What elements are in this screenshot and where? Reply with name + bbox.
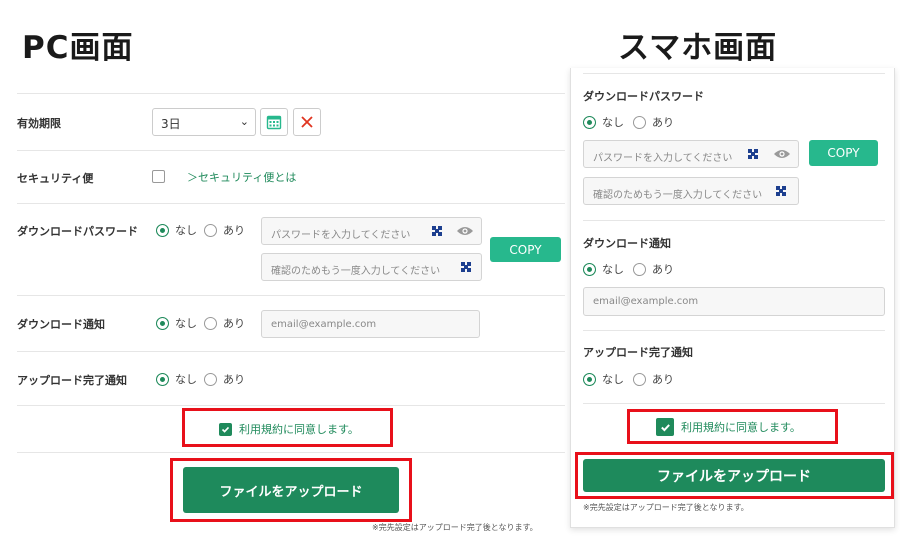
row-divider xyxy=(17,295,565,296)
radio-label: あり xyxy=(223,224,245,237)
copy-button[interactable]: COPY xyxy=(490,237,561,262)
sp-download-password-yes-radio[interactable]: あり xyxy=(633,114,674,130)
sp-upload-notice-label: アップロード完了通知 xyxy=(583,346,693,359)
download-password-none-radio[interactable]: なし xyxy=(156,222,197,238)
sp-password-input[interactable]: パスワードを入力してください xyxy=(583,140,799,168)
expiry-select-value: 3日 xyxy=(161,117,181,131)
password-placeholder: パスワードを入力してください xyxy=(271,230,411,241)
check-icon xyxy=(219,422,232,436)
agree-label: 利用規約に同意します。 xyxy=(681,421,801,434)
radio-selected-icon xyxy=(156,316,169,330)
radio-selected-icon xyxy=(583,115,596,129)
sp-download-password-label: ダウンロードパスワード xyxy=(583,90,704,103)
sp-download-notice-email-input[interactable]: email@example.com xyxy=(583,287,885,316)
radio-label: なし xyxy=(175,317,197,330)
radio-label: あり xyxy=(652,373,674,386)
radio-empty-icon xyxy=(633,372,646,386)
email-placeholder: email@example.com xyxy=(271,319,377,330)
row-divider xyxy=(17,452,565,453)
download-password-label: ダウンロードパスワード xyxy=(17,225,138,238)
expiry-select[interactable]: 3日 ⌄ xyxy=(152,108,256,136)
radio-selected-icon xyxy=(156,223,169,237)
radio-label: あり xyxy=(652,116,674,129)
radio-empty-icon xyxy=(204,223,217,237)
row-divider xyxy=(583,403,885,404)
radio-empty-icon xyxy=(633,115,646,129)
sp-download-password-none-radio[interactable]: なし xyxy=(583,114,624,130)
sp-download-notice-none-radio[interactable]: なし xyxy=(583,261,624,277)
sp-upload-notice-none-radio[interactable]: なし xyxy=(583,371,624,387)
radio-empty-icon xyxy=(633,262,646,276)
sp-upload-button[interactable]: ファイルをアップロード xyxy=(583,459,885,492)
agree-checkbox[interactable]: 利用規約に同意します。 xyxy=(219,421,359,437)
sp-download-notice-label: ダウンロード通知 xyxy=(583,237,671,250)
download-notice-yes-radio[interactable]: あり xyxy=(204,315,245,331)
radio-empty-icon xyxy=(204,372,217,386)
security-mail-checkbox[interactable] xyxy=(152,170,165,183)
download-notice-none-radio[interactable]: なし xyxy=(156,315,197,331)
upload-button[interactable]: ファイルをアップロード xyxy=(183,467,399,513)
radio-selected-icon xyxy=(583,372,596,386)
password-confirm-input[interactable]: 確認のためもう一度入力してください xyxy=(261,253,482,281)
row-divider xyxy=(17,203,565,204)
radio-label: なし xyxy=(175,373,197,386)
row-divider xyxy=(583,220,885,221)
key-icon xyxy=(748,149,758,159)
close-icon xyxy=(301,116,313,128)
radio-label: なし xyxy=(602,373,624,386)
sp-download-notice-yes-radio[interactable]: あり xyxy=(633,261,674,277)
key-icon xyxy=(432,226,442,236)
clear-date-button[interactable] xyxy=(293,108,321,136)
radio-empty-icon xyxy=(204,316,217,330)
expiry-label: 有効期限 xyxy=(17,117,61,130)
security-mail-link[interactable]: ＞セキュリティ便とは xyxy=(187,169,296,185)
key-icon xyxy=(776,186,786,196)
radio-selected-icon xyxy=(583,262,596,276)
chevron-down-icon: ⌄ xyxy=(239,115,249,128)
password-placeholder: パスワードを入力してください xyxy=(593,153,733,164)
radio-label: あり xyxy=(223,317,245,330)
row-divider xyxy=(583,330,885,331)
key-icon xyxy=(461,262,471,272)
row-divider xyxy=(17,351,565,352)
calendar-button[interactable] xyxy=(260,108,288,136)
eye-icon[interactable] xyxy=(456,225,474,237)
radio-label: なし xyxy=(602,116,624,129)
password-input[interactable]: パスワードを入力してください xyxy=(261,217,482,245)
sp-password-confirm-input[interactable]: 確認のためもう一度入力してください xyxy=(583,177,799,205)
upload-notice-none-radio[interactable]: なし xyxy=(156,371,197,387)
download-password-yes-radio[interactable]: あり xyxy=(204,222,245,238)
upload-notice-label: アップロード完了通知 xyxy=(17,374,127,387)
sp-upload-note: ※完先設定はアップロード完了後となります。 xyxy=(583,503,749,512)
sp-copy-button[interactable]: COPY xyxy=(809,140,878,166)
smartphone-screen-heading: スマホ画面 xyxy=(618,30,778,66)
radio-selected-icon xyxy=(156,372,169,386)
pc-screen-heading: PC画面 xyxy=(22,30,134,66)
security-mail-label: セキュリティ便 xyxy=(17,172,94,185)
calendar-icon xyxy=(266,115,282,130)
sp-upload-notice-yes-radio[interactable]: あり xyxy=(633,371,674,387)
row-divider xyxy=(17,405,565,406)
radio-label: なし xyxy=(602,263,624,276)
agree-label: 利用規約に同意します。 xyxy=(239,423,359,436)
pc-top-divider xyxy=(17,93,565,94)
radio-label: あり xyxy=(223,373,245,386)
check-icon xyxy=(656,418,674,436)
confirm-placeholder: 確認のためもう一度入力してください xyxy=(593,190,763,201)
confirm-placeholder: 確認のためもう一度入力してください xyxy=(271,266,441,277)
email-placeholder: email@example.com xyxy=(593,296,699,307)
upload-note: ※完先設定はアップロード完了後となります。 xyxy=(372,523,538,532)
row-divider xyxy=(17,150,565,151)
download-notice-label: ダウンロード通知 xyxy=(17,318,105,331)
radio-label: あり xyxy=(652,263,674,276)
sp-agree-checkbox[interactable]: 利用規約に同意します。 xyxy=(656,418,801,436)
row-divider xyxy=(583,73,885,74)
download-notice-email-input[interactable]: email@example.com xyxy=(261,310,480,338)
eye-icon[interactable] xyxy=(773,148,791,160)
radio-label: なし xyxy=(175,224,197,237)
upload-notice-yes-radio[interactable]: あり xyxy=(204,371,245,387)
